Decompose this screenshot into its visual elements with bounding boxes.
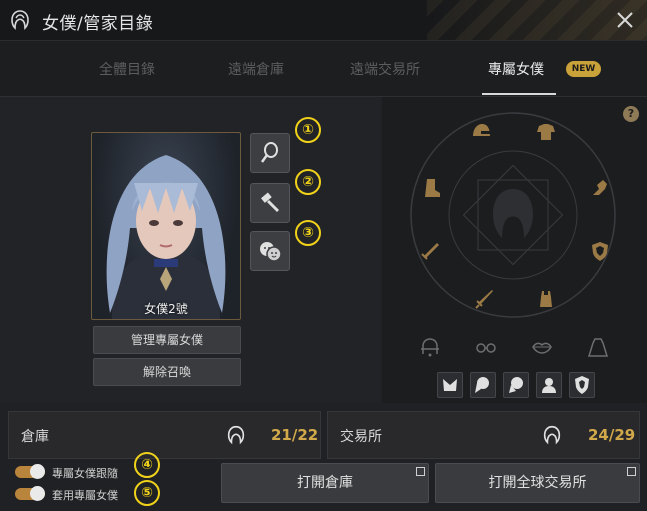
dagger-icon[interactable] bbox=[473, 288, 495, 310]
helmet-icon[interactable] bbox=[470, 121, 492, 143]
badge-icon bbox=[575, 376, 589, 394]
storage-info: 倉庫 21/22 bbox=[8, 411, 321, 459]
hairstyle-3-button[interactable] bbox=[503, 372, 529, 398]
popout-icon bbox=[416, 467, 425, 476]
dismiss-summon-button[interactable]: 解除召喚 bbox=[93, 358, 241, 386]
toggle-knob bbox=[30, 486, 45, 501]
hairstyle-2-icon bbox=[475, 377, 489, 393]
hairstyle-3-icon bbox=[509, 377, 523, 393]
boots-icon[interactable] bbox=[421, 177, 443, 199]
tab-all-catalog[interactable]: 全體目錄 bbox=[99, 59, 155, 79]
bust-button[interactable] bbox=[536, 372, 562, 398]
open-global-market-label: 打開全球交易所 bbox=[488, 475, 587, 491]
hammer-button[interactable] bbox=[250, 183, 290, 223]
apply-toggle-label: 套用專屬女僕 bbox=[52, 489, 118, 502]
hairstyle-1-button[interactable] bbox=[437, 372, 463, 398]
marker-3: ③ bbox=[295, 220, 321, 246]
open-global-market-button[interactable]: 打開全球交易所 bbox=[435, 463, 640, 503]
mirror-button[interactable] bbox=[250, 133, 290, 173]
cloak-icon[interactable] bbox=[587, 336, 609, 358]
follow-toggle[interactable] bbox=[15, 464, 45, 479]
marker-2: ② bbox=[295, 169, 321, 195]
maid-icon bbox=[11, 10, 29, 30]
maid-icon bbox=[543, 425, 561, 445]
open-storage-button[interactable]: 打開倉庫 bbox=[221, 463, 429, 503]
marker-4: ④ bbox=[134, 452, 160, 478]
manage-maid-button[interactable]: 管理專屬女僕 bbox=[93, 326, 241, 354]
earring-icon[interactable] bbox=[419, 336, 441, 358]
maid-icon bbox=[227, 425, 245, 445]
hairstyle-2-button[interactable] bbox=[470, 372, 496, 398]
storage-label: 倉庫 bbox=[21, 429, 49, 445]
tab-bar: 全體目錄 遠端倉庫 遠端交易所 專屬女僕 NEW bbox=[0, 41, 647, 97]
emotes-button[interactable] bbox=[250, 231, 290, 271]
emotes-icon bbox=[260, 242, 282, 262]
tab-personal-maid[interactable]: 專屬女僕 bbox=[488, 59, 544, 79]
badge-button[interactable] bbox=[569, 372, 595, 398]
shield-icon[interactable] bbox=[589, 240, 611, 262]
outfit-icon[interactable] bbox=[535, 288, 557, 310]
toggle-knob bbox=[30, 464, 45, 479]
maid-name: 女僕2號 bbox=[144, 302, 188, 316]
open-storage-label: 打開倉庫 bbox=[297, 475, 353, 491]
tab-remote-storage[interactable]: 遠端倉庫 bbox=[228, 59, 284, 79]
gloves-icon[interactable] bbox=[589, 177, 611, 199]
top-icon[interactable] bbox=[535, 121, 557, 143]
marker-1: ① bbox=[295, 117, 321, 143]
follow-toggle-label: 專屬女僕跟隨 bbox=[52, 467, 118, 480]
tab-remote-market[interactable]: 遠端交易所 bbox=[350, 59, 420, 79]
mirror-icon bbox=[260, 142, 278, 163]
window-title: 女僕/管家目錄 bbox=[42, 14, 154, 34]
hairstyle-1-icon bbox=[443, 379, 457, 391]
bust-icon bbox=[542, 378, 556, 393]
active-tab-indicator bbox=[482, 93, 556, 95]
marker-5: ⑤ bbox=[134, 480, 160, 506]
sword-icon[interactable] bbox=[419, 240, 441, 262]
maid-portrait: 女僕2號 bbox=[91, 132, 241, 320]
glasses-icon[interactable] bbox=[475, 336, 497, 358]
popout-icon bbox=[627, 467, 636, 476]
help-icon[interactable]: ? bbox=[623, 106, 639, 122]
close-icon[interactable] bbox=[613, 8, 637, 32]
market-label: 交易所 bbox=[340, 429, 382, 445]
title-bar: 女僕/管家目錄 bbox=[0, 0, 647, 41]
market-info: 交易所 24/29 bbox=[327, 411, 640, 459]
market-count: 24/29 bbox=[588, 426, 636, 444]
maid-catalog-window: 女僕/管家目錄 全體目錄 遠端倉庫 遠端交易所 專屬女僕 NEW 女僕2號 管理… bbox=[0, 0, 647, 511]
new-badge: NEW bbox=[566, 61, 601, 77]
apply-toggle[interactable] bbox=[15, 486, 45, 501]
maid-portrait-image bbox=[106, 155, 226, 319]
hammer-icon bbox=[261, 192, 280, 213]
storage-count: 21/22 bbox=[271, 426, 319, 444]
lips-icon[interactable] bbox=[531, 336, 553, 358]
